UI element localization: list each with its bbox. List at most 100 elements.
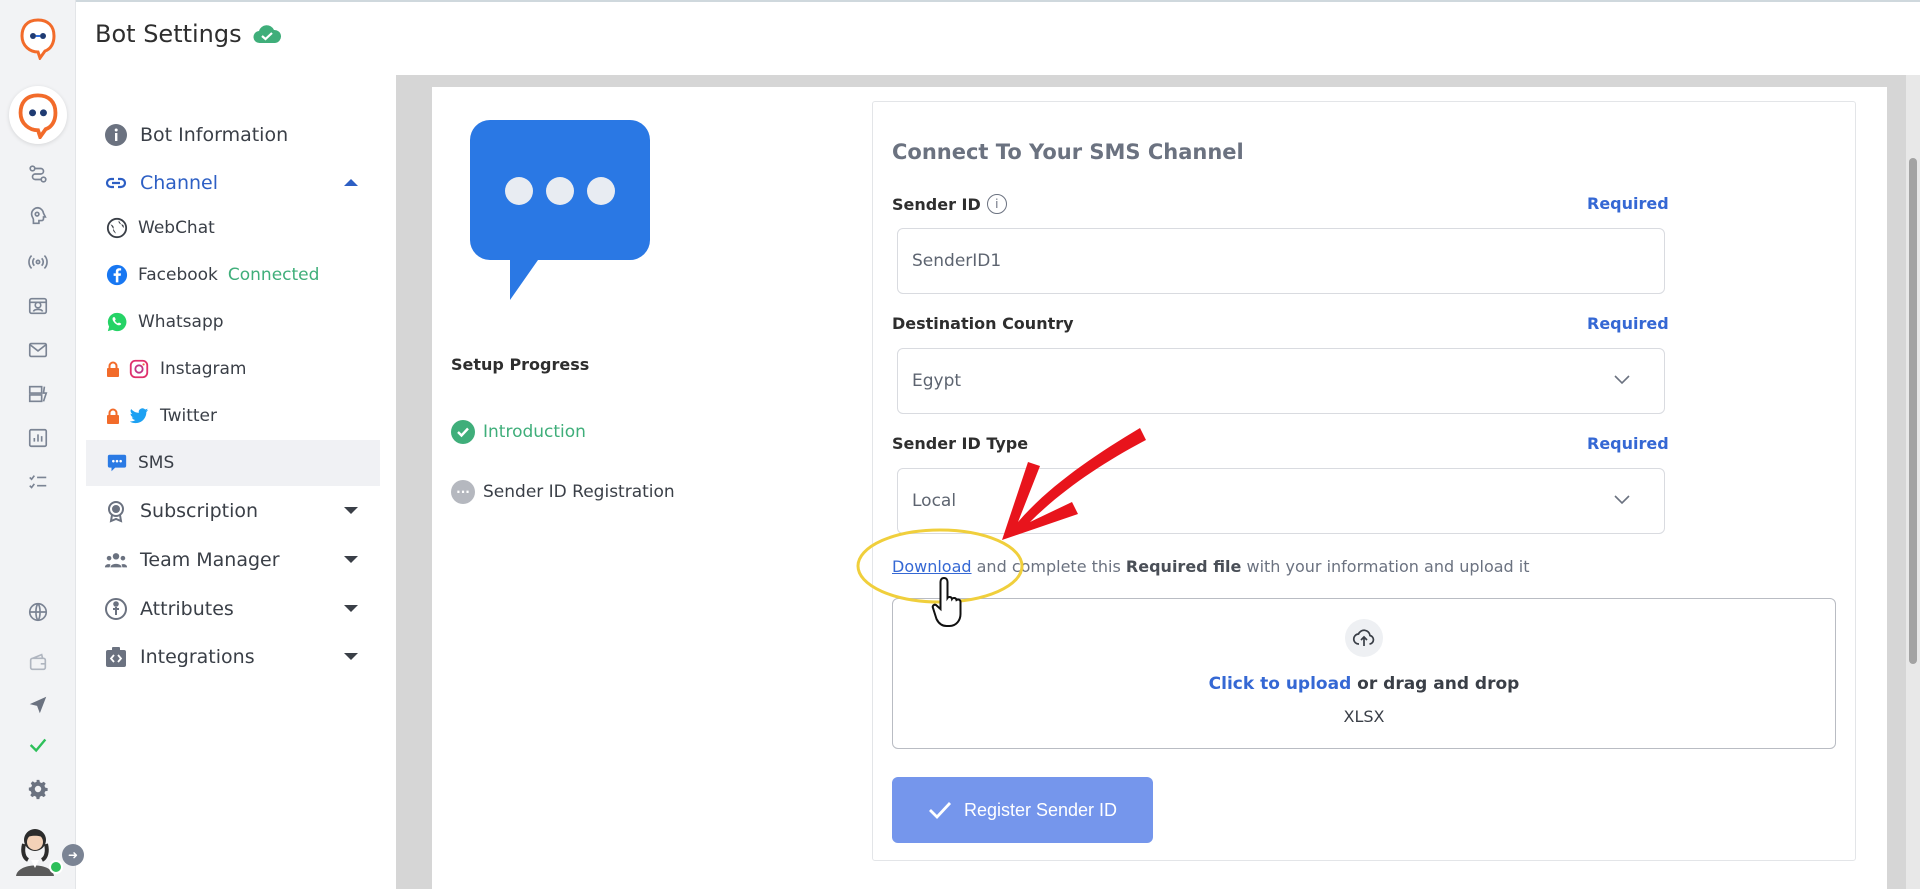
page-title: Bot Settings	[95, 20, 282, 48]
channel-label: SMS	[138, 453, 175, 473]
nav-label: Attributes	[140, 598, 234, 620]
nav-item-integrations[interactable]: Integrations	[86, 634, 380, 680]
destination-country-label: Destination Country	[892, 314, 1074, 333]
caret-down-icon	[344, 605, 358, 612]
nav-item-channel[interactable]: Channel	[86, 160, 380, 206]
destination-country-select[interactable]: Egypt	[897, 348, 1665, 414]
nav-label: Bot Information	[140, 124, 289, 146]
caret-down-icon	[344, 507, 358, 514]
expand-rail-button[interactable]: ➜	[62, 844, 84, 866]
download-text-bold: Required file	[1125, 557, 1242, 576]
channel-label: WebChat	[138, 218, 215, 238]
broadcast-icon[interactable]	[22, 248, 54, 276]
download-text-1: and complete this	[976, 557, 1121, 576]
download-link[interactable]: Download	[892, 557, 972, 576]
field-label: Sender ID	[892, 194, 981, 214]
top-border	[0, 0, 1920, 2]
link-icon	[104, 171, 128, 195]
send-icon[interactable]	[22, 691, 54, 719]
nav-item-attributes[interactable]: Attributes	[86, 586, 380, 632]
bot-logo-icon	[18, 93, 58, 139]
check-circle-icon	[451, 420, 475, 444]
app-logo-icon[interactable]	[18, 16, 58, 60]
info-circle-icon[interactable]: i	[986, 194, 1007, 214]
channel-item-twitter[interactable]: Twitter	[86, 394, 380, 438]
check-icon[interactable]	[22, 731, 54, 759]
info-icon	[104, 123, 128, 147]
online-status-dot	[49, 860, 63, 874]
step-label: Introduction	[483, 422, 586, 442]
page-title-text: Bot Settings	[95, 20, 242, 48]
twitter-icon	[128, 405, 150, 427]
caret-down-icon	[344, 556, 358, 563]
channel-label: Instagram	[160, 359, 247, 379]
chevron-down-icon	[1614, 495, 1630, 505]
sender-id-type-value: Local	[912, 491, 957, 511]
channel-item-whatsapp[interactable]: Whatsapp	[86, 300, 380, 344]
nav-item-bot-information[interactable]: Bot Information	[86, 112, 380, 158]
register-label: Register Sender ID	[963, 799, 1118, 820]
click-to-upload-link[interactable]: Click to upload	[1209, 674, 1352, 694]
required-tag: Required	[1587, 314, 1669, 333]
globe-icon[interactable]	[22, 598, 54, 626]
channel-label: Whatsapp	[138, 312, 224, 332]
form-title: Connect To Your SMS Channel	[892, 140, 1244, 164]
checkmark-icon	[928, 802, 951, 820]
download-instructions: Download and complete this Required file…	[892, 557, 1530, 576]
lock-icon	[107, 408, 119, 424]
analytics-icon[interactable]	[22, 424, 54, 452]
templates-icon[interactable]	[22, 380, 54, 408]
tasks-checklist-icon[interactable]	[22, 468, 54, 496]
nav-label: Channel	[140, 172, 219, 194]
sender-id-type-select[interactable]: Local	[897, 468, 1665, 534]
bot-avatar[interactable]	[9, 86, 67, 144]
more-dots-icon: ···	[451, 480, 475, 504]
nav-item-team-manager[interactable]: Team Manager	[86, 537, 380, 583]
channel-item-webchat[interactable]: WebChat	[86, 206, 380, 250]
attributes-person-icon	[104, 597, 128, 621]
nav-item-subscription[interactable]: Subscription	[86, 488, 380, 534]
step-label: Sender ID Registration	[483, 482, 675, 502]
nav-label: Subscription	[140, 500, 259, 522]
whatsapp-icon	[106, 311, 128, 333]
setup-progress-title: Setup Progress	[451, 355, 590, 374]
channel-item-facebook[interactable]: Facebook Connected	[86, 253, 380, 297]
step-sender-id-registration[interactable]: ··· Sender ID Registration	[451, 480, 675, 504]
sender-id-value: SenderID1	[912, 251, 1002, 271]
inbox-mail-icon[interactable]	[22, 336, 54, 364]
caret-up-icon	[344, 179, 358, 186]
settings-gear-icon[interactable]	[22, 775, 54, 803]
channel-item-sms[interactable]: SMS	[86, 440, 380, 486]
drag-drop-text: or drag and drop	[1357, 674, 1520, 694]
flows-icon[interactable]	[22, 160, 54, 188]
channel-label: Facebook	[138, 265, 218, 285]
sender-id-input[interactable]: SenderID1	[897, 228, 1665, 294]
contacts-icon[interactable]	[22, 292, 54, 320]
facebook-icon	[106, 264, 128, 286]
ai-brain-icon[interactable]	[22, 202, 54, 230]
channel-item-instagram[interactable]: Instagram	[86, 347, 380, 391]
upload-formats: XLSX	[1343, 707, 1385, 726]
required-tag: Required	[1587, 434, 1669, 453]
lock-icon	[107, 361, 119, 377]
step-introduction[interactable]: Introduction	[451, 420, 586, 444]
upload-instruction: Click to upload or drag and drop	[893, 674, 1835, 694]
connected-status: Connected	[227, 265, 320, 285]
nav-label: Integrations	[140, 646, 255, 668]
download-text-2: with your information and upload it	[1246, 557, 1530, 576]
required-tag: Required	[1587, 194, 1669, 213]
wallet-icon[interactable]	[22, 648, 54, 676]
destination-country-value: Egypt	[912, 371, 962, 391]
sms-chat-bubble-icon	[470, 120, 650, 300]
sms-chat-icon	[106, 452, 128, 474]
app-rail: ➜	[0, 0, 84, 889]
file-upload-dropzone[interactable]: Click to upload or drag and drop XLSX	[892, 598, 1836, 749]
sender-id-type-label: Sender ID Type	[892, 434, 1029, 453]
scrollbar-thumb[interactable]	[1909, 158, 1917, 664]
instagram-icon	[128, 358, 150, 380]
nav-label: Team Manager	[140, 549, 280, 571]
register-sender-id-button[interactable]: Register Sender ID	[892, 777, 1153, 843]
team-users-icon	[104, 548, 128, 572]
globe-icon	[106, 217, 128, 239]
caret-down-icon	[344, 653, 358, 660]
